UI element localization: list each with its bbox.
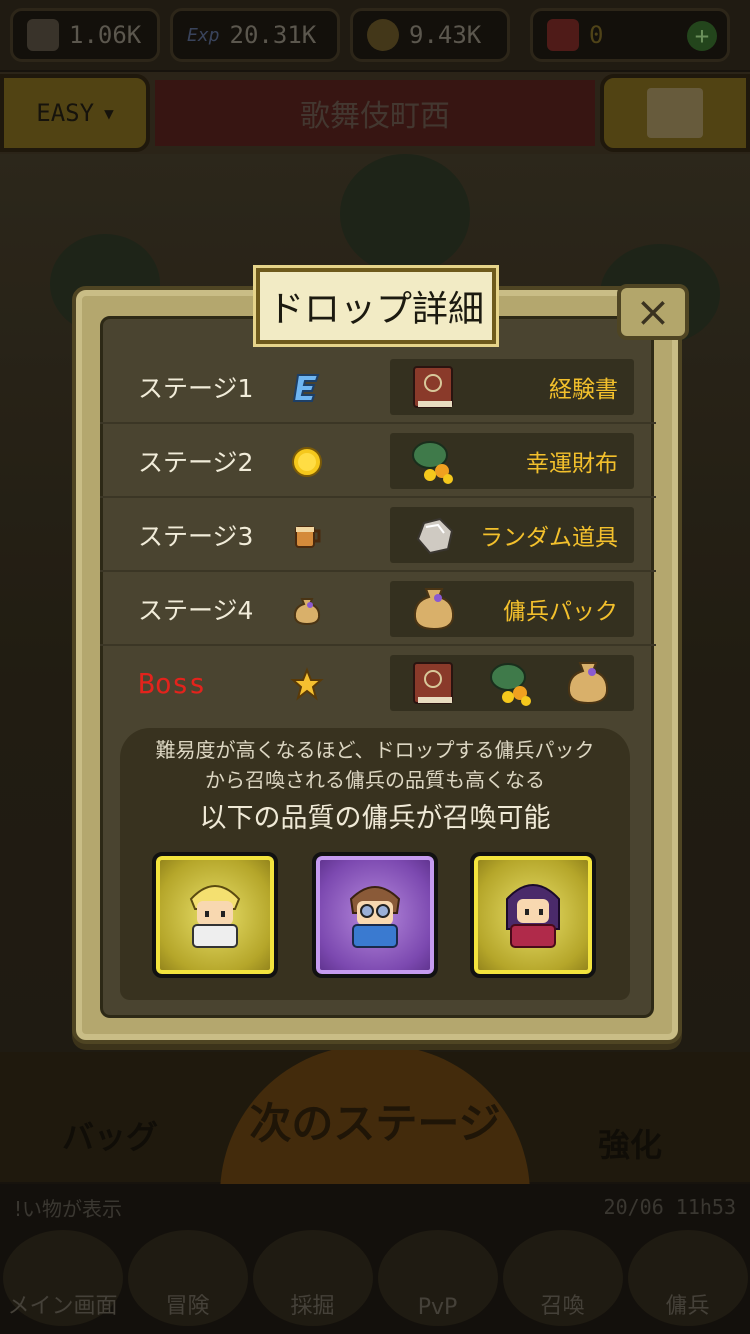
hero-purple-hair-icon (506, 884, 560, 948)
lucky-wallet-icon (412, 441, 453, 484)
lucky-wallet-icon (490, 663, 531, 706)
drop-item-name: 経験書 (549, 377, 618, 403)
stage-label: ステージ1 (138, 374, 254, 403)
drop-item-name: 幸運財布 (526, 451, 618, 477)
dialog-title: ドロップ詳細 (256, 268, 496, 344)
drop-item-box: 経験書 (390, 359, 634, 415)
drop-item-box: 傭兵パック (390, 581, 634, 637)
book-icon (413, 366, 453, 408)
stage-4-row: ステージ4 傭兵パック (100, 572, 656, 646)
info-text-line-1: 難易度が高くなるほど、ドロップする傭兵パック (155, 738, 595, 762)
hero-card-gold[interactable] (470, 852, 596, 978)
summon-quality-heading: 以下の品質の傭兵が召喚可能 (199, 803, 551, 834)
book-icon (413, 662, 453, 704)
mercenary-pack-icon (567, 662, 609, 705)
bag-icon (293, 598, 321, 626)
star-icon (290, 667, 324, 701)
mercenary-pack-icon (413, 588, 455, 631)
stage-label: ステージ2 (138, 448, 254, 477)
drop-item-box: ランダム道具 (390, 507, 634, 563)
stage-1-row: ステージ1 経験書 (100, 350, 656, 424)
stage-label: ステージ3 (138, 522, 254, 551)
stage-2-row: ステージ2 幸運財布 (100, 424, 656, 498)
stage-label: ステージ4 (138, 596, 254, 625)
hero-card-purple[interactable] (312, 852, 438, 978)
drop-item-box: 幸運財布 (390, 433, 634, 489)
stage-3-row: ステージ3 ランダム道具 (100, 498, 656, 572)
gold-coin-icon (292, 447, 322, 477)
close-button[interactable]: × (617, 284, 689, 340)
hero-blonde-icon (189, 885, 241, 948)
boss-label: Boss (138, 666, 206, 700)
hero-goggles-icon (349, 886, 401, 948)
stone-icon (416, 517, 454, 555)
drop-item-name: 傭兵パック (503, 599, 618, 625)
exp-e-icon (292, 374, 320, 402)
drop-item-name: ランダム道具 (480, 525, 618, 551)
boss-row: Boss (100, 646, 656, 720)
mug-icon (295, 526, 321, 548)
boss-drop-box (390, 655, 634, 711)
hero-card-gold[interactable] (152, 852, 278, 978)
info-text-line-2: から召喚される傭兵の品質も高くなる (205, 768, 545, 792)
